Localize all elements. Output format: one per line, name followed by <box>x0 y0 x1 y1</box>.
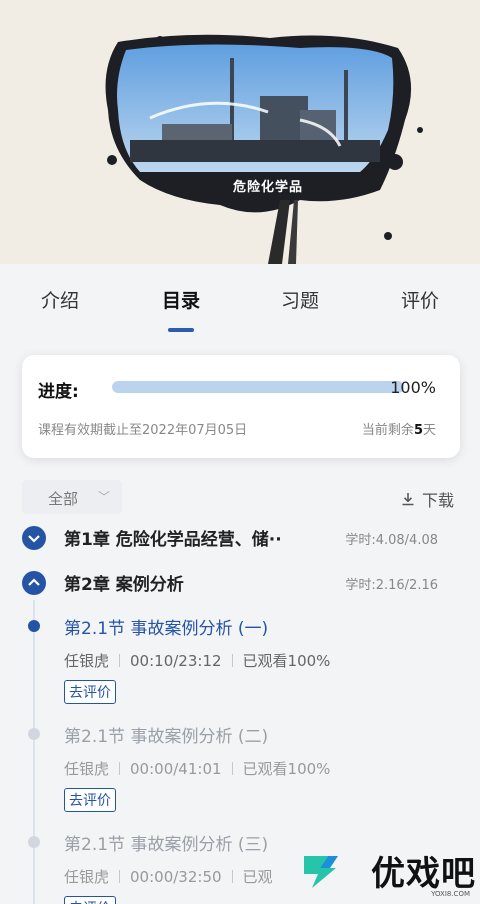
tab-catalog[interactable]: 目录 <box>131 286 231 313</box>
filter-label: 全部 <box>48 490 79 508</box>
chapter-hours: 学时:4.08/4.08 <box>345 533 438 548</box>
evaluate-button[interactable]: 去评价 <box>64 788 116 812</box>
watermark: 优戏吧 YOXI8.COM <box>294 844 480 904</box>
section-item[interactable]: 第2.1节 事故案例分析 (一) 任银虎 00:10/23:12 已观看100% 去… <box>64 614 464 704</box>
teacher-name: 任银虎 <box>64 868 110 886</box>
watermark-text: 优戏吧 <box>371 854 476 894</box>
progress-label: 进度: <box>38 382 79 402</box>
play-time: 00:00/41:01 <box>130 760 222 778</box>
section-dot <box>28 836 40 848</box>
remaining-prefix: 当前剩余 <box>361 423 414 438</box>
chevron-down-icon[interactable] <box>22 526 46 550</box>
progress-bar-fill <box>112 381 404 393</box>
tab-bar: 介绍 目录 习题 评价 <box>0 264 480 344</box>
progress-card: 进度: 100% 课程有效期截止至2022年07月05日 当前剩余5天 <box>22 355 460 458</box>
validity-text: 课程有效期截止至2022年07月05日 <box>38 423 248 438</box>
remaining-suffix: 天 <box>422 423 436 438</box>
watermark-url: YOXI8.COM <box>431 890 470 898</box>
chapter-row-1[interactable]: 第1章 危险化学品经营、储·· 学时:4.08/4.08 <box>22 522 460 552</box>
chapter-hours: 学时:2.16/2.16 <box>345 578 438 593</box>
evaluate-button[interactable]: 去评价 <box>64 680 116 704</box>
cover-caption: 危险化学品 <box>232 180 303 195</box>
watched-status: 已观看100% <box>242 652 331 670</box>
section-dot-active <box>28 620 40 632</box>
remaining-days-count: 5 <box>413 423 423 438</box>
download-label: 下载 <box>421 491 454 510</box>
teacher-name: 任银虎 <box>64 652 110 670</box>
play-time: 00:10/23:12 <box>130 652 222 670</box>
watermark-logo-icon <box>304 856 338 888</box>
active-tab-indicator <box>168 328 194 332</box>
section-dot <box>28 728 40 740</box>
tab-reviews[interactable]: 评价 <box>370 286 470 313</box>
watched-status: 已观 <box>242 868 273 886</box>
section-meta: 任银虎 00:00/41:01 已观看100% <box>64 758 464 779</box>
tab-exercises[interactable]: 习题 <box>250 286 350 313</box>
evaluate-button[interactable]: 去评价 <box>64 896 116 904</box>
chapter-title: 第2章 案例分析 <box>64 575 184 595</box>
chapter-row-2[interactable]: 第2章 案例分析 学时:2.16/2.16 <box>22 567 460 597</box>
chevron-up-icon[interactable] <box>22 571 46 595</box>
remaining-days: 当前剩余5天 <box>362 419 436 438</box>
chapter-title: 第1章 危险化学品经营、储·· <box>64 530 282 550</box>
teacher-name: 任银虎 <box>64 760 110 778</box>
download-button[interactable]: 下载 <box>400 487 454 511</box>
section-item[interactable]: 第2.1节 事故案例分析 (二) 任银虎 00:00/41:01 已观看100% 去… <box>64 722 464 812</box>
section-title: 第2.1节 事故案例分析 (一) <box>64 619 269 639</box>
tab-intro[interactable]: 介绍 <box>10 286 110 313</box>
progress-bar <box>112 381 404 393</box>
watched-status: 已观看100% <box>242 760 331 778</box>
section-timeline <box>33 600 35 904</box>
course-cover-image: 危险化学品 <box>0 0 480 264</box>
section-meta: 任银虎 00:10/23:12 已观看100% <box>64 650 464 671</box>
play-time: 00:00/32:50 <box>130 868 222 886</box>
filter-dropdown[interactable]: 全部 ﹀ <box>22 480 122 514</box>
progress-value: 100% <box>390 378 436 397</box>
download-icon <box>402 493 414 506</box>
section-title: 第2.1节 事故案例分析 (二) <box>64 727 269 747</box>
chevron-down-icon: ﹀ <box>98 490 111 504</box>
